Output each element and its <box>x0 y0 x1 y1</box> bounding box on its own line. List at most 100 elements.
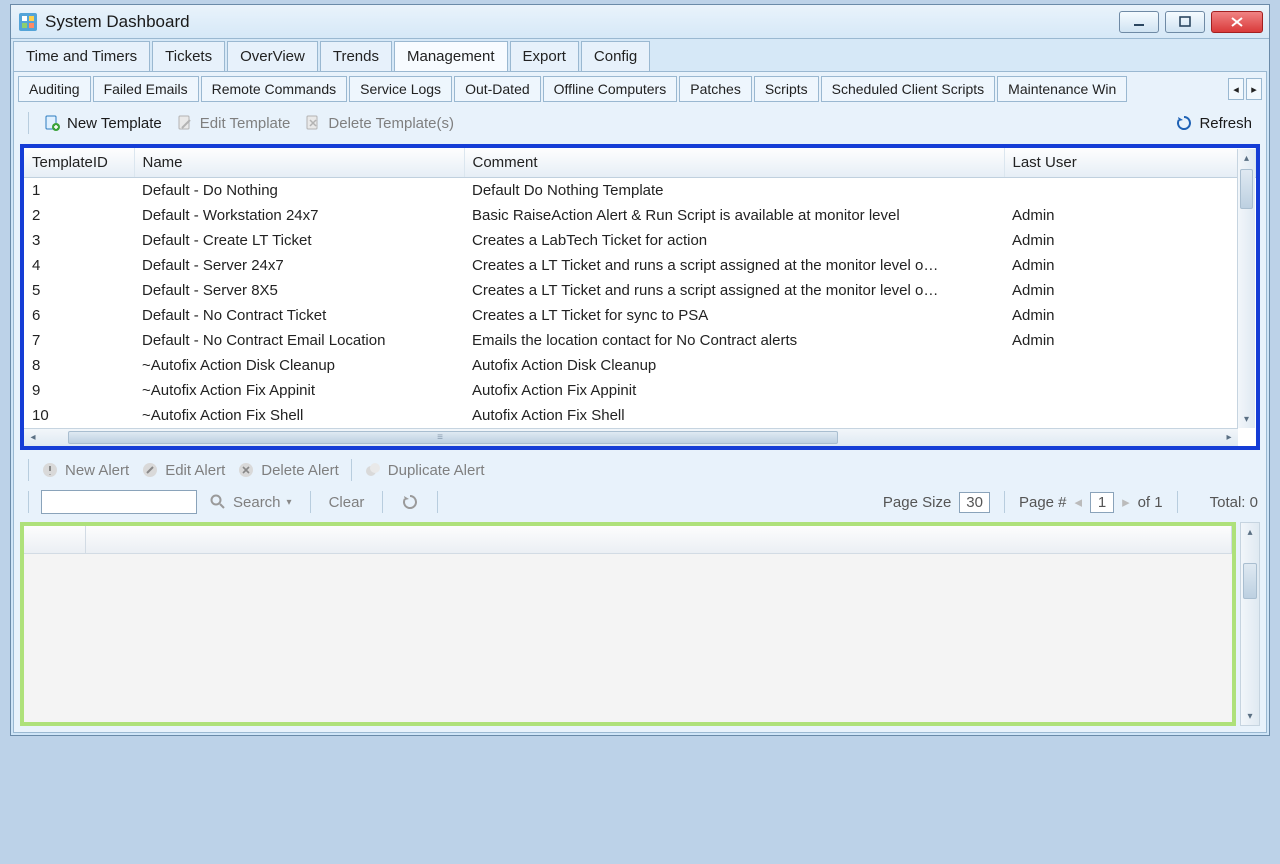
cell-id: 9 <box>24 378 134 403</box>
window-buttons <box>1119 11 1263 33</box>
cell-id: 8 <box>24 353 134 378</box>
table-row[interactable]: 3Default - Create LT TicketCreates a Lab… <box>24 228 1256 253</box>
subtab-auditing[interactable]: Auditing <box>18 76 91 102</box>
template-grid[interactable]: TemplateIDNameCommentLast User 1Default … <box>24 148 1256 428</box>
clear-label: Clear <box>329 494 365 511</box>
table-row[interactable]: 4Default - Server 24x7Creates a LT Ticke… <box>24 253 1256 278</box>
scroll-down-icon: ▾ <box>1238 410 1255 428</box>
table-row[interactable]: 9~Autofix Action Fix AppinitAutofix Acti… <box>24 378 1256 403</box>
search-label: Search <box>233 494 281 511</box>
lower-vertical-scrollbar[interactable]: ▴ ▾ <box>1240 522 1260 726</box>
tab-management[interactable]: Management <box>394 41 508 71</box>
tab-time-and-timers[interactable]: Time and Timers <box>13 41 150 71</box>
separator <box>351 459 352 481</box>
separator <box>1004 491 1005 513</box>
tab-tickets[interactable]: Tickets <box>152 41 225 71</box>
search-input[interactable] <box>41 490 197 514</box>
tab-overview[interactable]: OverView <box>227 41 318 71</box>
edit-alert-button[interactable]: Edit Alert <box>135 458 231 482</box>
cell-id: 10 <box>24 403 134 428</box>
subtab-scroll-right[interactable]: ▸ <box>1246 78 1262 100</box>
grid-vertical-scrollbar[interactable]: ▴ ▾ <box>1237 149 1255 428</box>
dropdown-caret-icon: ▾ <box>287 497 292 508</box>
cell-id: 2 <box>24 203 134 228</box>
alert-grid-header[interactable] <box>24 526 1232 554</box>
scroll-thumb[interactable] <box>1243 563 1257 599</box>
scroll-right-icon: ▸ <box>1220 429 1238 446</box>
edit-template-icon <box>176 114 194 132</box>
subtab-remote-commands[interactable]: Remote Commands <box>201 76 348 102</box>
column-templateid[interactable]: TemplateID <box>24 148 134 178</box>
subtab-scroll-left[interactable]: ◂ <box>1228 78 1244 100</box>
content-area: AuditingFailed EmailsRemote CommandsServ… <box>13 71 1267 733</box>
delete-template-label: Delete Template(s) <box>328 115 454 132</box>
subtab-failed-emails[interactable]: Failed Emails <box>93 76 199 102</box>
subtab-patches[interactable]: Patches <box>679 76 752 102</box>
page-size-label: Page Size <box>883 494 951 511</box>
separator <box>382 491 383 513</box>
subtab-offline-computers[interactable]: Offline Computers <box>543 76 678 102</box>
delete-template-button[interactable]: Delete Template(s) <box>298 111 460 135</box>
subtab-service-logs[interactable]: Service Logs <box>349 76 452 102</box>
subtabstrip: AuditingFailed EmailsRemote CommandsServ… <box>18 76 1226 102</box>
delete-alert-icon <box>237 461 255 479</box>
edit-template-label: Edit Template <box>200 115 291 132</box>
subtab-scripts[interactable]: Scripts <box>754 76 819 102</box>
column-name[interactable]: Name <box>134 148 464 178</box>
subtab-maintenance-win[interactable]: Maintenance Win <box>997 76 1127 102</box>
clear-button[interactable]: Clear <box>323 491 371 514</box>
subtab-out-dated[interactable]: Out-Dated <box>454 76 541 102</box>
edit-template-button[interactable]: Edit Template <box>170 111 297 135</box>
table-row[interactable]: 1Default - Do NothingDefault Do Nothing … <box>24 178 1256 204</box>
column-comment[interactable]: Comment <box>464 148 1004 178</box>
main-tabstrip: Time and TimersTicketsOverViewTrendsMana… <box>11 39 1269 71</box>
new-template-button[interactable]: New Template <box>37 111 168 135</box>
close-icon <box>1230 16 1244 28</box>
alert-grid-header-cell[interactable] <box>24 526 86 553</box>
cell-name: Default - Create LT Ticket <box>134 228 464 253</box>
page-next-icon[interactable]: ▸ <box>1122 493 1130 511</box>
cell-name: ~Autofix Action Fix Appinit <box>134 378 464 403</box>
refresh-icon <box>401 493 419 511</box>
column-last-user[interactable]: Last User <box>1004 148 1256 178</box>
cell-last_user: Admin <box>1004 228 1256 253</box>
minimize-button[interactable] <box>1119 11 1159 33</box>
page-num-value[interactable]: 1 <box>1090 492 1114 513</box>
delete-alert-button[interactable]: Delete Alert <box>231 458 345 482</box>
table-row[interactable]: 2Default - Workstation 24x7Basic RaiseAc… <box>24 203 1256 228</box>
titlebar: System Dashboard <box>11 5 1269 39</box>
cell-last_user <box>1004 403 1256 428</box>
refresh-small-button[interactable] <box>395 490 425 514</box>
scroll-thumb[interactable] <box>68 431 838 444</box>
tab-config[interactable]: Config <box>581 41 650 71</box>
table-row[interactable]: 8~Autofix Action Disk CleanupAutofix Act… <box>24 353 1256 378</box>
page-prev-icon[interactable]: ◂ <box>1075 493 1083 511</box>
delete-template-icon <box>304 114 322 132</box>
subtabs-wrap: AuditingFailed EmailsRemote CommandsServ… <box>18 76 1262 102</box>
table-row[interactable]: 6Default - No Contract TicketCreates a L… <box>24 303 1256 328</box>
table-row[interactable]: 7Default - No Contract Email LocationEma… <box>24 328 1256 353</box>
new-alert-button[interactable]: New Alert <box>35 458 135 482</box>
separator <box>437 491 438 513</box>
tab-trends[interactable]: Trends <box>320 41 392 71</box>
close-button[interactable] <box>1211 11 1263 33</box>
table-row[interactable]: 5Default - Server 8X5Creates a LT Ticket… <box>24 278 1256 303</box>
cell-id: 4 <box>24 253 134 278</box>
grid-horizontal-scrollbar[interactable]: ◂ ≡ ▸ <box>24 428 1238 446</box>
table-row[interactable]: 10~Autofix Action Fix ShellAutofix Actio… <box>24 403 1256 428</box>
maximize-button[interactable] <box>1165 11 1205 33</box>
search-button[interactable]: Search ▾ <box>203 490 298 514</box>
cell-comment: Creates a LabTech Ticket for action <box>464 228 1004 253</box>
template-grid-panel: TemplateIDNameCommentLast User 1Default … <box>20 144 1260 450</box>
subtab-scheduled-client-scripts[interactable]: Scheduled Client Scripts <box>821 76 996 102</box>
alert-grid-header-cell[interactable] <box>86 526 1232 553</box>
scroll-down-icon: ▾ <box>1241 707 1259 725</box>
refresh-label: Refresh <box>1199 115 1252 132</box>
duplicate-alert-button[interactable]: Duplicate Alert <box>358 458 491 482</box>
minimize-icon <box>1132 17 1146 27</box>
tab-export[interactable]: Export <box>510 41 579 71</box>
page-size-value[interactable]: 30 <box>959 492 990 513</box>
cell-comment: Autofix Action Disk Cleanup <box>464 353 1004 378</box>
refresh-button[interactable]: Refresh <box>1169 111 1258 135</box>
scroll-thumb[interactable] <box>1240 169 1253 209</box>
